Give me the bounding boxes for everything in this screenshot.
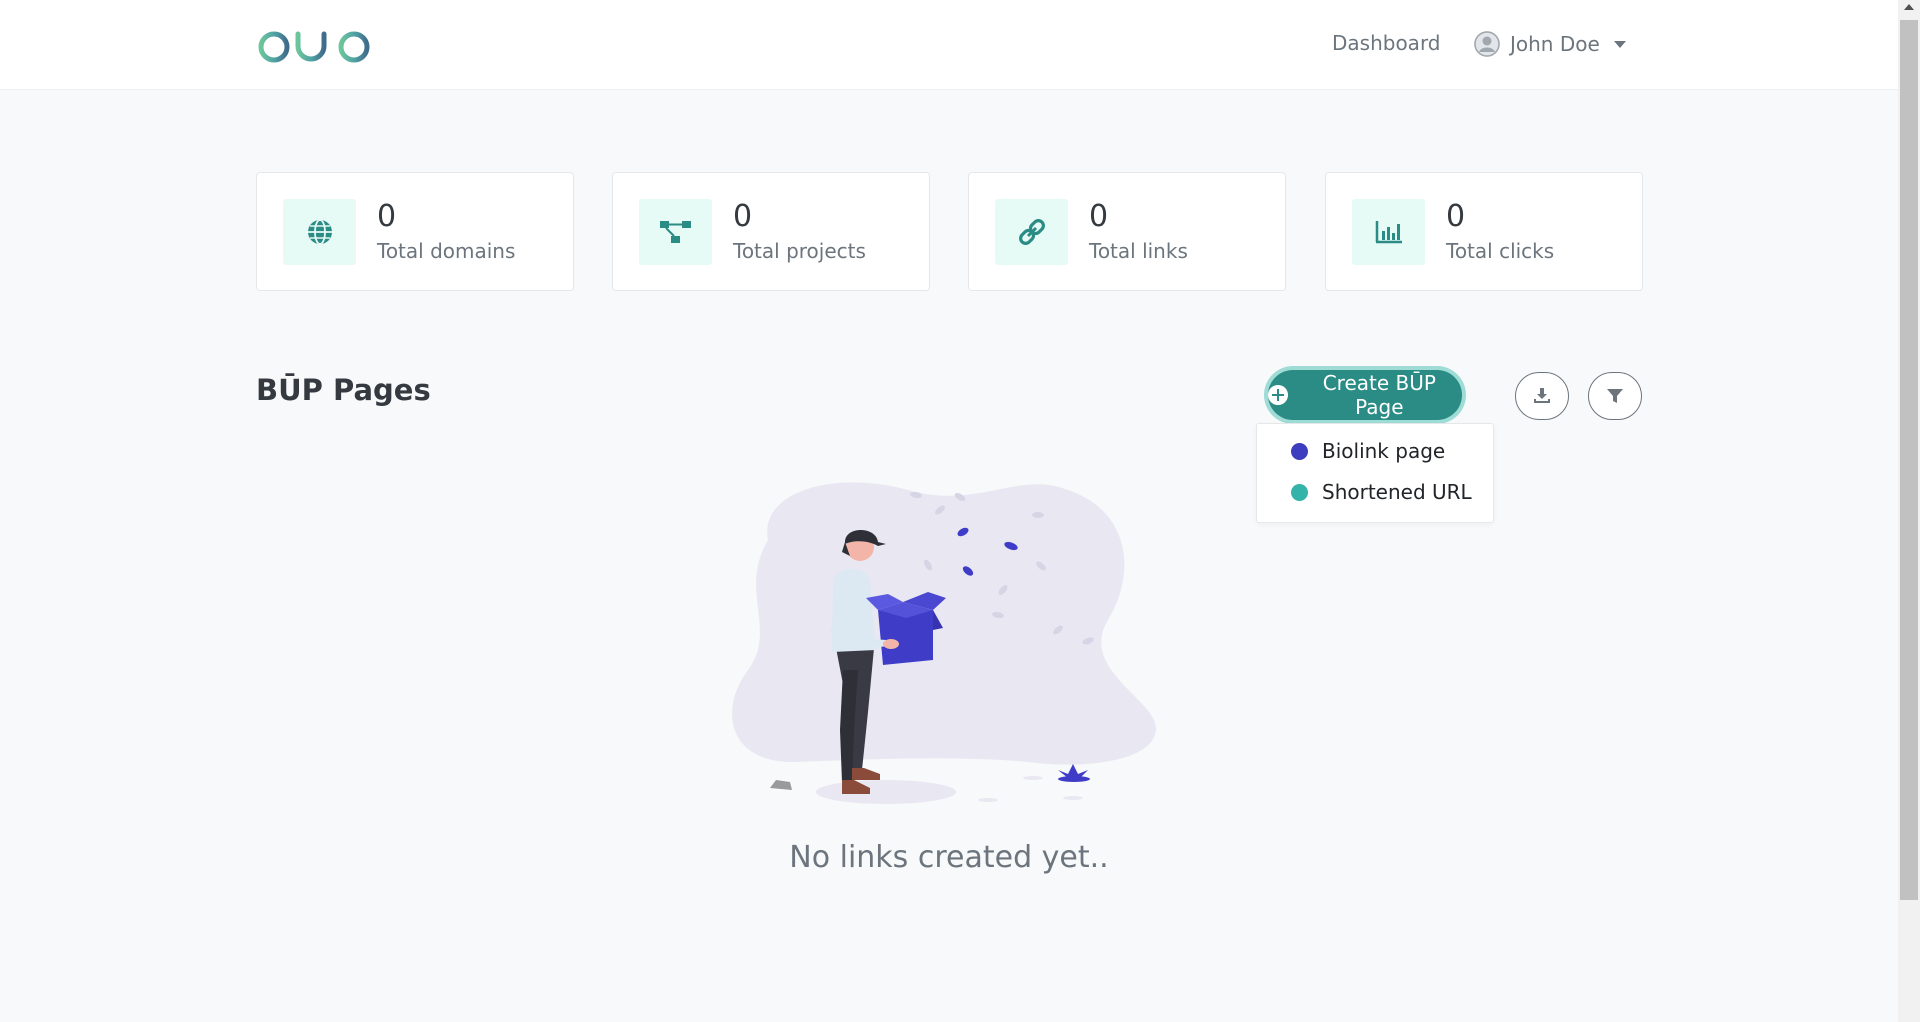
sitemap-icon xyxy=(659,221,691,243)
dropdown-item-label: Shortened URL xyxy=(1322,480,1472,504)
dropdown-item-biolink-page[interactable]: Biolink page xyxy=(1291,439,1445,463)
link-icon xyxy=(1018,219,1045,245)
stat-label-domains: Total domains xyxy=(377,239,516,263)
page-scrollbar[interactable] xyxy=(1898,0,1920,1022)
avatar xyxy=(1474,31,1500,57)
stat-card-clicks: 0 Total clicks xyxy=(1325,172,1643,291)
filter-icon xyxy=(1607,389,1623,403)
page-title: BŪP Pages xyxy=(256,373,431,407)
stat-label-links: Total links xyxy=(1089,239,1188,263)
stat-label-clicks: Total clicks xyxy=(1446,239,1555,263)
empty-state-message: No links created yet.. xyxy=(789,840,1109,875)
stat-value-domains: 0 xyxy=(377,199,397,234)
stat-value-projects: 0 xyxy=(733,199,753,234)
bup-logo-icon xyxy=(255,17,370,72)
create-button-label: Create BŪP Page xyxy=(1322,371,1436,419)
bar-chart-icon xyxy=(1375,221,1402,244)
chevron-down-icon xyxy=(1613,40,1626,48)
brand-logo[interactable] xyxy=(254,16,380,72)
top-navbar: Dashboard John Doe xyxy=(0,0,1898,90)
teal-dot-icon xyxy=(1291,483,1308,501)
nav-dashboard-link[interactable]: Dashboard xyxy=(1332,31,1441,55)
create-bup-page-button[interactable]: Create BŪP Page xyxy=(1268,370,1462,420)
user-name: John Doe xyxy=(1510,32,1600,56)
download-button[interactable] xyxy=(1515,372,1569,420)
user-menu-toggle[interactable]: John Doe xyxy=(1474,31,1626,57)
blue-dot-icon xyxy=(1291,442,1308,460)
globe-icon xyxy=(307,219,332,245)
filter-button[interactable] xyxy=(1588,372,1642,420)
create-dropdown-menu: Biolink page Shortened URL xyxy=(1256,423,1494,523)
plus-circle-icon xyxy=(1268,385,1288,405)
empty-box-illustration xyxy=(732,482,1157,804)
user-avatar-icon xyxy=(1474,31,1500,57)
scroll-thumb[interactable] xyxy=(1900,20,1918,900)
stat-value-clicks: 0 xyxy=(1446,199,1466,234)
stat-card-domains: 0 Total domains xyxy=(256,172,574,291)
scroll-up-arrow-icon[interactable] xyxy=(1904,4,1914,10)
stat-card-projects: 0 Total projects xyxy=(612,172,930,291)
dropdown-item-label: Biolink page xyxy=(1322,439,1446,463)
stat-card-links: 0 Total links xyxy=(968,172,1286,291)
stat-label-projects: Total projects xyxy=(733,239,866,263)
stat-value-links: 0 xyxy=(1089,199,1109,234)
download-icon xyxy=(1534,388,1550,403)
dropdown-item-shortened-url[interactable]: Shortened URL xyxy=(1291,480,1472,504)
